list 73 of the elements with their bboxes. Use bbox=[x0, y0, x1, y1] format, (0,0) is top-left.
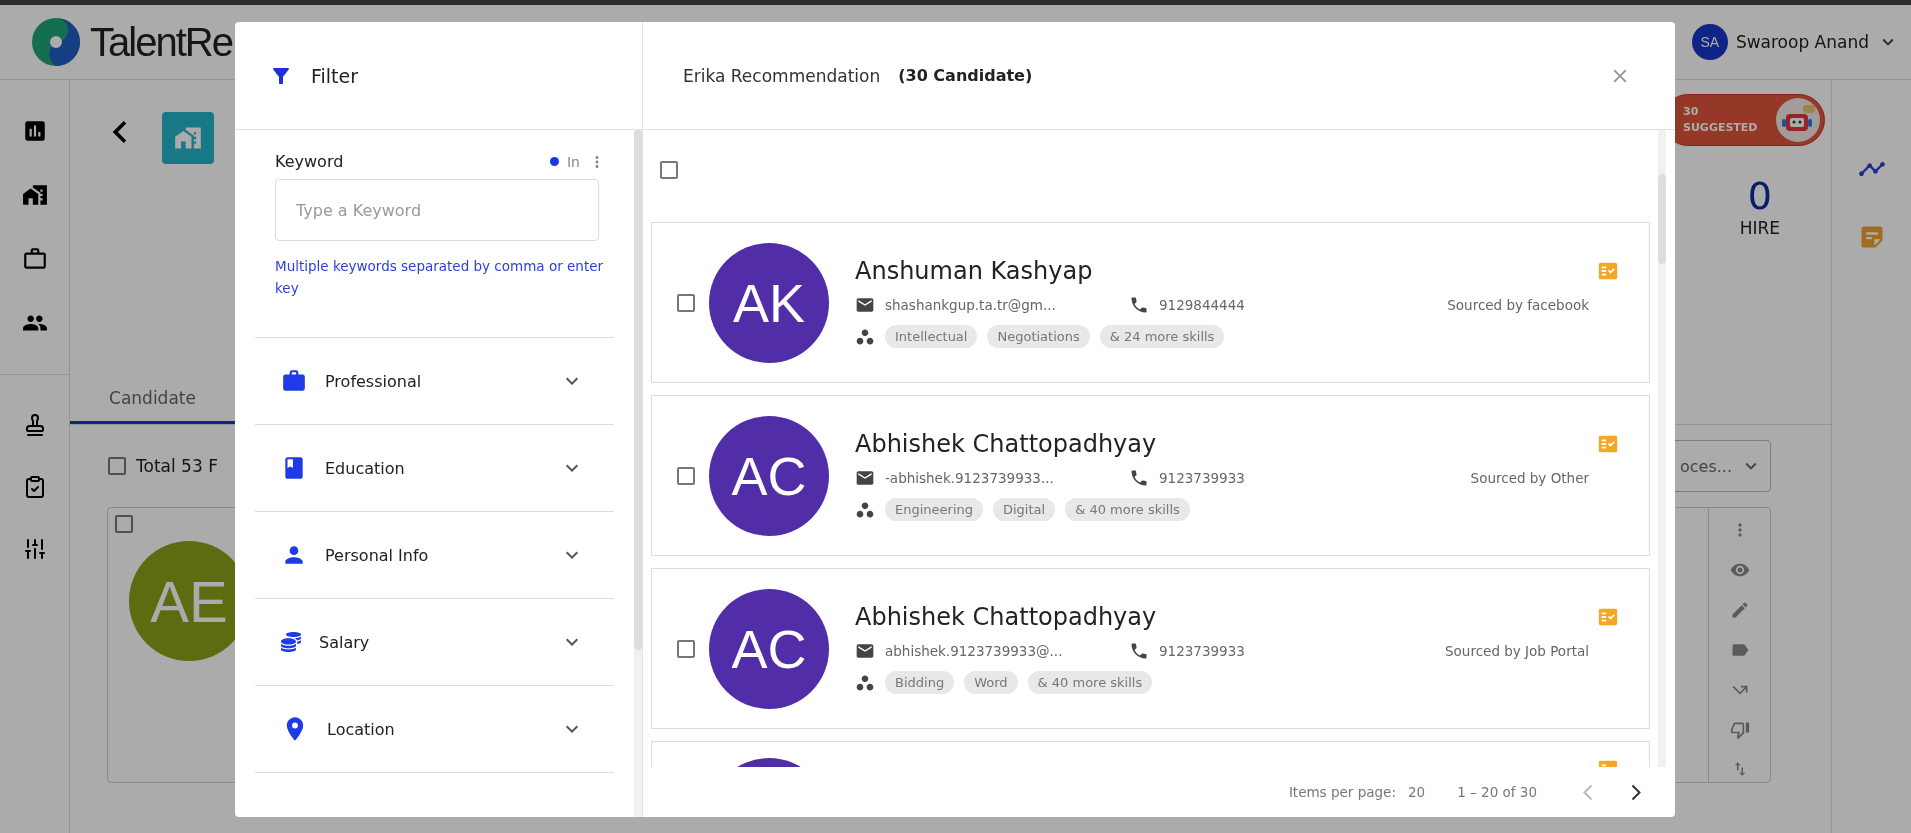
filter-section[interactable]: Education bbox=[255, 424, 614, 511]
filter-section[interactable]: Professional bbox=[255, 337, 614, 424]
mail-icon bbox=[855, 295, 875, 315]
filter-section[interactable]: Location bbox=[255, 685, 614, 772]
user-avatar[interactable]: SA bbox=[1691, 24, 1728, 60]
phone-icon bbox=[1129, 641, 1149, 661]
filter-section[interactable]: Personal Info bbox=[255, 511, 614, 598]
candidate-email: shashankgup.ta.tr@gm... bbox=[885, 297, 1056, 313]
robot-icon bbox=[1775, 97, 1821, 143]
sliders-icon[interactable] bbox=[22, 537, 47, 561]
candidate-email: abhishek.9123739933@... bbox=[885, 643, 1063, 659]
keyword-label: Keyword bbox=[275, 152, 344, 171]
logo-text: TalentRe bbox=[90, 19, 232, 65]
filter-title: Filter bbox=[311, 64, 359, 87]
candidate-name[interactable]: Abhishek Chattopadhyay bbox=[855, 603, 1157, 631]
candidate-phone: 9129844444 bbox=[1159, 297, 1245, 313]
skill-chip: Bidding bbox=[885, 671, 955, 694]
user-name[interactable]: Swaroop Anand bbox=[1735, 32, 1869, 52]
more-skills-chip[interactable]: & 40 more skills bbox=[1027, 671, 1153, 694]
logo-icon bbox=[30, 16, 82, 68]
phone-icon bbox=[1129, 468, 1149, 488]
total-label: Total 53 F bbox=[136, 456, 218, 476]
skill-chip: Negotiations bbox=[987, 325, 1090, 348]
checkbox[interactable] bbox=[677, 293, 695, 312]
checkbox[interactable] bbox=[677, 466, 695, 485]
candidate-avatar: AC bbox=[709, 415, 829, 536]
checkbox[interactable] bbox=[677, 639, 695, 658]
checkbox[interactable] bbox=[108, 457, 126, 475]
more-skills-chip[interactable]: & 40 more skills bbox=[1065, 498, 1190, 521]
briefcase-icon bbox=[281, 368, 307, 394]
checkbox[interactable] bbox=[115, 515, 133, 533]
skill-chip: Intellectual bbox=[885, 325, 978, 348]
skill-chip: Engineering bbox=[885, 498, 983, 521]
scrollbar-thumb[interactable] bbox=[634, 130, 642, 650]
filter-section[interactable]: Salary bbox=[255, 598, 614, 685]
hire-count: 0 bbox=[1747, 174, 1772, 218]
mail-icon bbox=[855, 641, 875, 661]
dialog-title: Erika Recommendation bbox=[683, 65, 881, 86]
keyword-hint: Multiple keywords separated by comma or enter key bbox=[275, 257, 605, 298]
mode-dot bbox=[550, 157, 559, 166]
chevron-left-icon bbox=[1583, 783, 1593, 801]
candidate-name[interactable]: Anshuman Kashyap bbox=[855, 257, 1093, 285]
candidate-source: Sourced by Job Portal bbox=[1444, 643, 1590, 659]
mode-label[interactable]: In bbox=[567, 153, 580, 170]
candidate-phone: 9123739933 bbox=[1159, 470, 1245, 486]
coins-icon bbox=[281, 632, 301, 652]
checklist-icon[interactable] bbox=[1597, 260, 1619, 282]
skill-chip: Digital bbox=[993, 498, 1056, 521]
select-all-checkbox[interactable] bbox=[660, 161, 678, 179]
more-skills-chip[interactable]: & 24 more skills bbox=[1099, 325, 1225, 348]
candidate-count: (30 Candidate) bbox=[898, 66, 1034, 85]
chevron-right-icon bbox=[1631, 783, 1641, 801]
keyword-input[interactable]: Type a Keyword bbox=[275, 179, 599, 241]
candidate-source: Sourced by Other bbox=[1469, 470, 1590, 486]
thumbs-down-icon[interactable] bbox=[1729, 720, 1750, 740]
skill-chip: Word bbox=[964, 671, 1018, 694]
mail-icon bbox=[855, 468, 875, 488]
checklist-icon[interactable] bbox=[1597, 606, 1619, 628]
candidate-name[interactable]: Abhishek Chattopadhyay bbox=[855, 430, 1157, 458]
candidate-email: -abhishek.9123739933... bbox=[885, 470, 1054, 486]
building-icon[interactable] bbox=[21, 182, 48, 208]
items-per-page-label: Items per page: bbox=[1288, 784, 1396, 800]
candidate-avatar: AK bbox=[709, 242, 829, 363]
checklist-icon[interactable] bbox=[1597, 433, 1619, 455]
scrollbar-thumb[interactable] bbox=[1658, 174, 1666, 264]
hire-label: HIRE bbox=[1739, 218, 1780, 238]
candidate-phone: 9123739933 bbox=[1159, 643, 1245, 659]
phone-icon bbox=[1129, 295, 1149, 315]
page-range: 1 – 20 of 30 bbox=[1457, 784, 1537, 800]
candidate-source: Sourced by facebook bbox=[1446, 297, 1590, 313]
candidate-avatar: AC bbox=[709, 588, 829, 709]
items-per-page-value[interactable]: 20 bbox=[1407, 784, 1426, 800]
briefcase-icon[interactable] bbox=[21, 246, 48, 272]
